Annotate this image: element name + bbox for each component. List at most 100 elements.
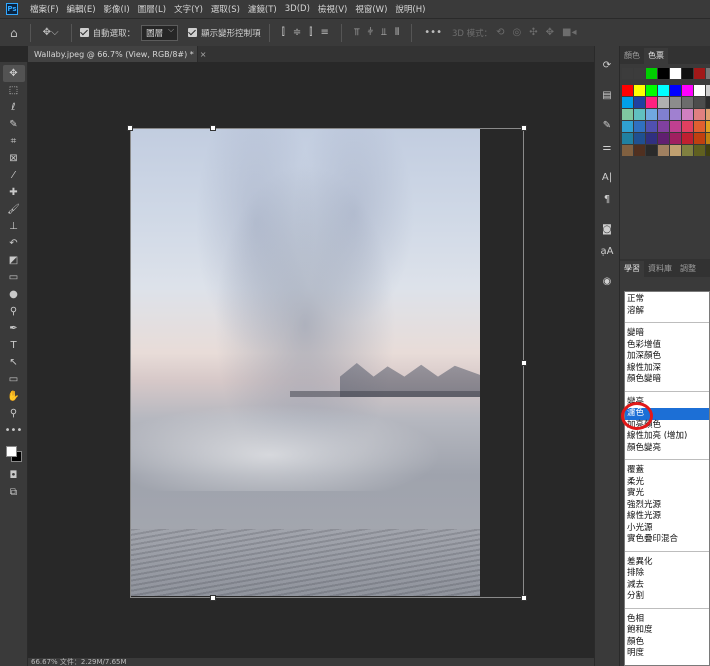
tab-swatches[interactable]: 色票 (644, 48, 668, 64)
color-swatch[interactable] (646, 109, 657, 120)
align-middle-icon[interactable]: ⫩ (367, 27, 373, 38)
transform-handle-bottom-right[interactable] (521, 595, 527, 601)
blend-mode-option[interactable]: 柔光 (625, 477, 709, 489)
blend-mode-option[interactable]: 色彩增值 (625, 340, 709, 352)
color-swatch[interactable] (622, 85, 633, 96)
color-swatches[interactable] (3, 443, 25, 467)
quick-select-icon[interactable]: ✎ (3, 116, 25, 133)
color-swatch[interactable] (682, 121, 693, 132)
color-swatch[interactable] (706, 97, 710, 108)
character-panel-icon[interactable]: A| (598, 168, 616, 186)
tab-color[interactable]: 顏色 (620, 48, 644, 64)
frame-tool-icon[interactable]: ⊠ (3, 150, 25, 167)
align-right-icon[interactable]: ⫿ (309, 27, 312, 38)
blend-mode-option[interactable]: 變亮 (625, 397, 709, 409)
blend-mode-option[interactable]: 顏色 (625, 637, 709, 649)
dodge-icon[interactable]: ⚲ (3, 303, 25, 320)
eyedropper-icon[interactable]: ⁄ (3, 167, 25, 184)
tab-adjustments[interactable]: 調整 (676, 261, 700, 277)
color-swatch[interactable] (682, 133, 693, 144)
color-swatch[interactable] (694, 68, 705, 79)
menu-window[interactable]: 視窗(W) (351, 3, 391, 15)
blend-mode-option[interactable]: 色相 (625, 614, 709, 626)
document-image[interactable] (130, 129, 480, 596)
blend-mode-option[interactable]: 顏色變亮 (625, 443, 709, 455)
color-swatch[interactable] (634, 68, 645, 79)
color-swatch[interactable] (670, 109, 681, 120)
blend-mode-option[interactable]: 強烈光源 (625, 500, 709, 512)
photoshop-logo-icon[interactable]: Ps (6, 3, 18, 15)
marquee-tool-icon[interactable]: ⬚ (3, 82, 25, 99)
crop-tool-icon[interactable]: ⌗ (3, 133, 25, 150)
blend-mode-option[interactable]: 分割 (625, 591, 709, 603)
color-swatch[interactable] (670, 85, 681, 96)
paragraph-panel-icon[interactable]: ¶ (598, 190, 616, 208)
color-swatch[interactable] (670, 68, 681, 79)
color-swatch[interactable] (622, 68, 633, 79)
color-swatch[interactable] (706, 133, 710, 144)
align-center-icon[interactable]: ≑ (293, 27, 301, 38)
blend-mode-option[interactable]: 線性光源 (625, 511, 709, 523)
type-tool-icon[interactable]: T (3, 337, 25, 354)
blend-mode-option[interactable]: 飽和度 (625, 625, 709, 637)
color-swatch[interactable] (682, 97, 693, 108)
menu-edit[interactable]: 編輯(E) (63, 3, 100, 15)
color-swatch[interactable] (646, 97, 657, 108)
color-swatch[interactable] (634, 121, 645, 132)
color-swatch[interactable] (634, 109, 645, 120)
history-brush-icon[interactable]: ↶ (3, 235, 25, 252)
color-swatch[interactable] (646, 68, 657, 79)
show-transform-controls-checkbox[interactable] (188, 28, 198, 37)
lasso-tool-icon[interactable]: ℓ (3, 99, 25, 116)
3d-rotate-icon[interactable]: ⟲ (496, 27, 504, 38)
blend-mode-option[interactable]: 變暗 (625, 328, 709, 340)
canvas-area[interactable] (28, 62, 594, 658)
color-swatch[interactable] (706, 68, 710, 79)
blend-mode-option[interactable]: 實色疊印混合 (625, 534, 709, 546)
menu-file[interactable]: 檔案(F) (26, 3, 63, 15)
blur-icon[interactable]: ● (3, 286, 25, 303)
transform-handle-middle-right[interactable] (521, 360, 527, 366)
color-swatch[interactable] (706, 85, 710, 96)
brush-tool-icon[interactable]: 🖌 (3, 201, 25, 218)
color-swatch[interactable] (634, 97, 645, 108)
color-swatch[interactable] (634, 133, 645, 144)
home-icon[interactable]: ⌂ (10, 26, 18, 40)
color-swatch[interactable] (622, 145, 633, 156)
blend-mode-option[interactable]: 差異化 (625, 557, 709, 569)
color-swatch[interactable] (706, 109, 710, 120)
color-swatch[interactable] (658, 133, 669, 144)
blend-mode-option[interactable]: 小光源 (625, 523, 709, 535)
align-left-icon[interactable]: ⫿ (282, 27, 285, 38)
history-panel-icon[interactable]: ⟳ (598, 56, 616, 74)
healing-brush-icon[interactable]: ✚ (3, 184, 25, 201)
hand-tool-icon[interactable]: ✋ (3, 388, 25, 405)
foreground-color[interactable] (5, 446, 17, 457)
color-swatch[interactable] (682, 68, 693, 79)
blend-mode-option[interactable]: 加深顏色 (625, 351, 709, 363)
blend-mode-option[interactable]: 線性加深 (625, 363, 709, 375)
3d-pan-icon[interactable]: ✣ (529, 27, 537, 38)
brush-panel-icon[interactable]: ✎ (598, 116, 616, 134)
color-swatch[interactable] (658, 109, 669, 120)
blend-mode-option[interactable]: 線性加亮 (增加) (625, 431, 709, 443)
blend-mode-option[interactable]: 加亮顏色 (625, 420, 709, 432)
menu-type[interactable]: 文字(Y) (170, 3, 207, 15)
pen-tool-icon[interactable]: ✒ (3, 320, 25, 337)
color-swatch[interactable] (658, 97, 669, 108)
color-swatch[interactable] (658, 121, 669, 132)
color-swatch[interactable] (646, 133, 657, 144)
glyphs-panel-icon[interactable]: ◙ (598, 220, 616, 238)
auto-select-dropdown[interactable]: 圖層 (141, 24, 179, 41)
blend-mode-option[interactable]: 正常 (625, 294, 709, 306)
menu-image[interactable]: 影像(I) (100, 3, 134, 15)
color-swatch[interactable] (634, 145, 645, 156)
color-swatch[interactable] (706, 145, 710, 156)
move-tool-preset-icon[interactable]: ✥⌵ (43, 27, 59, 38)
color-swatch[interactable] (694, 145, 705, 156)
blend-mode-option[interactable]: 顏色變暗 (625, 374, 709, 386)
color-swatch[interactable] (670, 97, 681, 108)
color-swatch[interactable] (670, 121, 681, 132)
color-swatch[interactable] (694, 85, 705, 96)
distribute-icon[interactable]: ⦀ (395, 27, 399, 38)
